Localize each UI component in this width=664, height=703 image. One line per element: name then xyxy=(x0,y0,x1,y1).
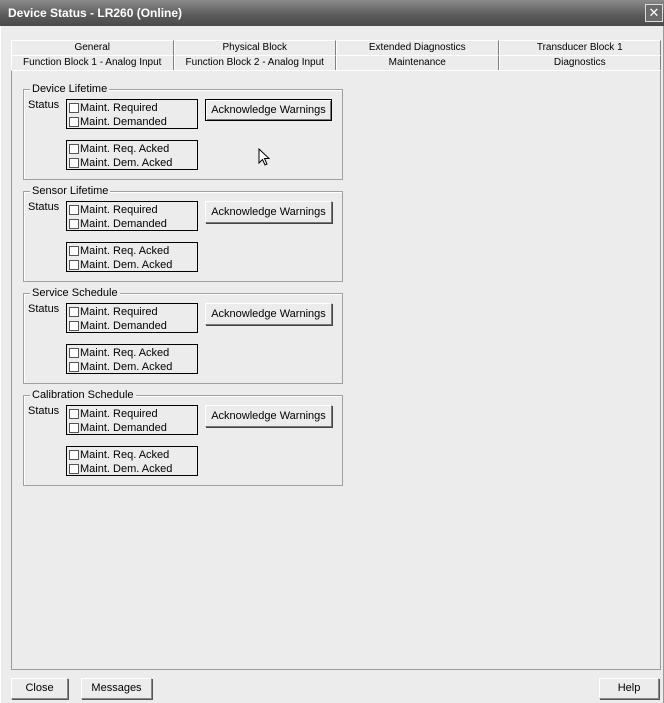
status-label: Status xyxy=(28,99,60,111)
mouse-cursor-icon xyxy=(258,148,271,166)
checkbox-label: Maint. Required xyxy=(80,407,158,420)
checkbox-label: Maint. Demanded xyxy=(80,421,167,434)
checkbox-label: Maint. Required xyxy=(80,305,158,318)
checkbox-row[interactable]: Maint. Req. Acked xyxy=(69,346,197,360)
checkbox[interactable] xyxy=(69,423,79,433)
checkbox[interactable] xyxy=(69,103,79,113)
acknowledge-warnings-button[interactable]: Acknowledge Warnings xyxy=(205,99,332,121)
checkbox-label: Maint. Req. Acked xyxy=(80,142,170,155)
checkbox[interactable] xyxy=(69,117,79,127)
checkbox[interactable] xyxy=(69,246,79,256)
checkbox-label: Maint. Required xyxy=(80,101,158,114)
title-bar: Device Status - LR260 (Online) ✕ xyxy=(0,0,664,26)
tab-physical-block[interactable]: Physical Block xyxy=(173,40,336,55)
checkbox-row[interactable]: Maint. Required xyxy=(69,101,197,115)
checkbox-label: Maint. Demanded xyxy=(80,217,167,230)
group-title: Sensor Lifetime xyxy=(30,185,111,197)
status-checkbox-box: Maint. Required Maint. Demanded xyxy=(66,405,198,435)
status-label: Status xyxy=(28,405,60,417)
checkbox[interactable] xyxy=(69,144,79,154)
acked-checkbox-box: Maint. Req. Acked Maint. Dem. Acked xyxy=(66,242,198,272)
tab-function-block-2[interactable]: Function Block 2 - Analog Input xyxy=(173,55,336,70)
checkbox-row[interactable]: Maint. Dem. Acked xyxy=(69,156,197,170)
footer-bar: Close Messages Help xyxy=(1,672,664,703)
group-title: Calibration Schedule xyxy=(30,389,136,401)
acknowledge-warnings-button[interactable]: Acknowledge Warnings xyxy=(205,405,332,427)
checkbox[interactable] xyxy=(69,450,79,460)
checkbox-row[interactable]: Maint. Dem. Acked xyxy=(69,462,197,476)
status-checkbox-box: Maint. Required Maint. Demanded xyxy=(66,201,198,231)
checkbox-row[interactable]: Maint. Demanded xyxy=(69,319,197,333)
checkbox-row[interactable]: Maint. Req. Acked xyxy=(69,142,197,156)
checkbox-row[interactable]: Maint. Demanded xyxy=(69,421,197,435)
tab-maintenance[interactable]: Maintenance xyxy=(336,55,499,70)
checkbox-row[interactable]: Maint. Required xyxy=(69,203,197,217)
checkbox-label: Maint. Req. Acked xyxy=(80,244,170,257)
acked-checkbox-box: Maint. Req. Acked Maint. Dem. Acked xyxy=(66,446,198,476)
checkbox-row[interactable]: Maint. Req. Acked xyxy=(69,244,197,258)
checkbox-label: Maint. Dem. Acked xyxy=(80,156,173,169)
help-button[interactable]: Help xyxy=(599,678,659,699)
checkbox[interactable] xyxy=(69,205,79,215)
status-checkbox-box: Maint. Required Maint. Demanded xyxy=(66,99,198,129)
status-label: Status xyxy=(28,303,60,315)
group-sensor-lifetime: Sensor Lifetime Status Maint. Required M… xyxy=(23,185,343,282)
status-label: Status xyxy=(28,201,60,213)
group-service-schedule: Service Schedule Status Maint. Required … xyxy=(23,287,343,384)
checkbox-label: Maint. Demanded xyxy=(80,319,167,332)
checkbox-label: Maint. Req. Acked xyxy=(80,346,170,359)
acknowledge-warnings-button[interactable]: Acknowledge Warnings xyxy=(205,201,332,223)
checkbox-row[interactable]: Maint. Dem. Acked xyxy=(69,360,197,374)
checkbox-label: Maint. Req. Acked xyxy=(80,448,170,461)
checkbox[interactable] xyxy=(69,219,79,229)
group-calibration-schedule: Calibration Schedule Status Maint. Requi… xyxy=(23,389,343,486)
close-icon[interactable]: ✕ xyxy=(645,4,663,22)
acked-checkbox-box: Maint. Req. Acked Maint. Dem. Acked xyxy=(66,344,198,374)
checkbox[interactable] xyxy=(69,158,79,168)
maintenance-panel: Device Lifetime Status Maint. Required M… xyxy=(11,70,661,670)
checkbox[interactable] xyxy=(69,348,79,358)
checkbox-row[interactable]: Maint. Dem. Acked xyxy=(69,258,197,272)
tab-function-block-1[interactable]: Function Block 1 - Analog Input xyxy=(11,55,174,70)
checkbox[interactable] xyxy=(69,260,79,270)
tab-general[interactable]: General xyxy=(11,40,174,55)
group-device-lifetime: Device Lifetime Status Maint. Required M… xyxy=(23,83,343,180)
checkbox[interactable] xyxy=(69,362,79,372)
group-title: Service Schedule xyxy=(30,287,120,299)
tab-row-1: General Physical Block Extended Diagnost… xyxy=(11,40,661,55)
checkbox-label: Maint. Dem. Acked xyxy=(80,258,173,271)
checkbox-label: Maint. Dem. Acked xyxy=(80,360,173,373)
messages-button[interactable]: Messages xyxy=(81,678,152,699)
dialog-window: General Physical Block Extended Diagnost… xyxy=(0,26,664,703)
window-title: Device Status - LR260 (Online) xyxy=(8,6,183,20)
checkbox[interactable] xyxy=(69,321,79,331)
tab-extended-diagnostics[interactable]: Extended Diagnostics xyxy=(336,40,499,55)
checkbox-row[interactable]: Maint. Demanded xyxy=(69,115,197,129)
checkbox[interactable] xyxy=(69,409,79,419)
checkbox-label: Maint. Required xyxy=(80,203,158,216)
tab-row-2: Function Block 1 - Analog Input Function… xyxy=(11,55,661,70)
checkbox-label: Maint. Demanded xyxy=(80,115,167,128)
checkbox-row[interactable]: Maint. Required xyxy=(69,407,197,421)
checkbox[interactable] xyxy=(69,464,79,474)
checkbox-row[interactable]: Maint. Required xyxy=(69,305,197,319)
tab-diagnostics[interactable]: Diagnostics xyxy=(498,55,661,70)
close-button[interactable]: Close xyxy=(11,678,68,699)
checkbox-row[interactable]: Maint. Req. Acked xyxy=(69,448,197,462)
checkbox-row[interactable]: Maint. Demanded xyxy=(69,217,197,231)
acknowledge-warnings-button[interactable]: Acknowledge Warnings xyxy=(205,303,332,325)
status-checkbox-box: Maint. Required Maint. Demanded xyxy=(66,303,198,333)
checkbox[interactable] xyxy=(69,307,79,317)
acked-checkbox-box: Maint. Req. Acked Maint. Dem. Acked xyxy=(66,140,198,170)
group-title: Device Lifetime xyxy=(30,83,110,95)
checkbox-label: Maint. Dem. Acked xyxy=(80,462,173,475)
tab-transducer-block-1[interactable]: Transducer Block 1 xyxy=(498,40,661,55)
